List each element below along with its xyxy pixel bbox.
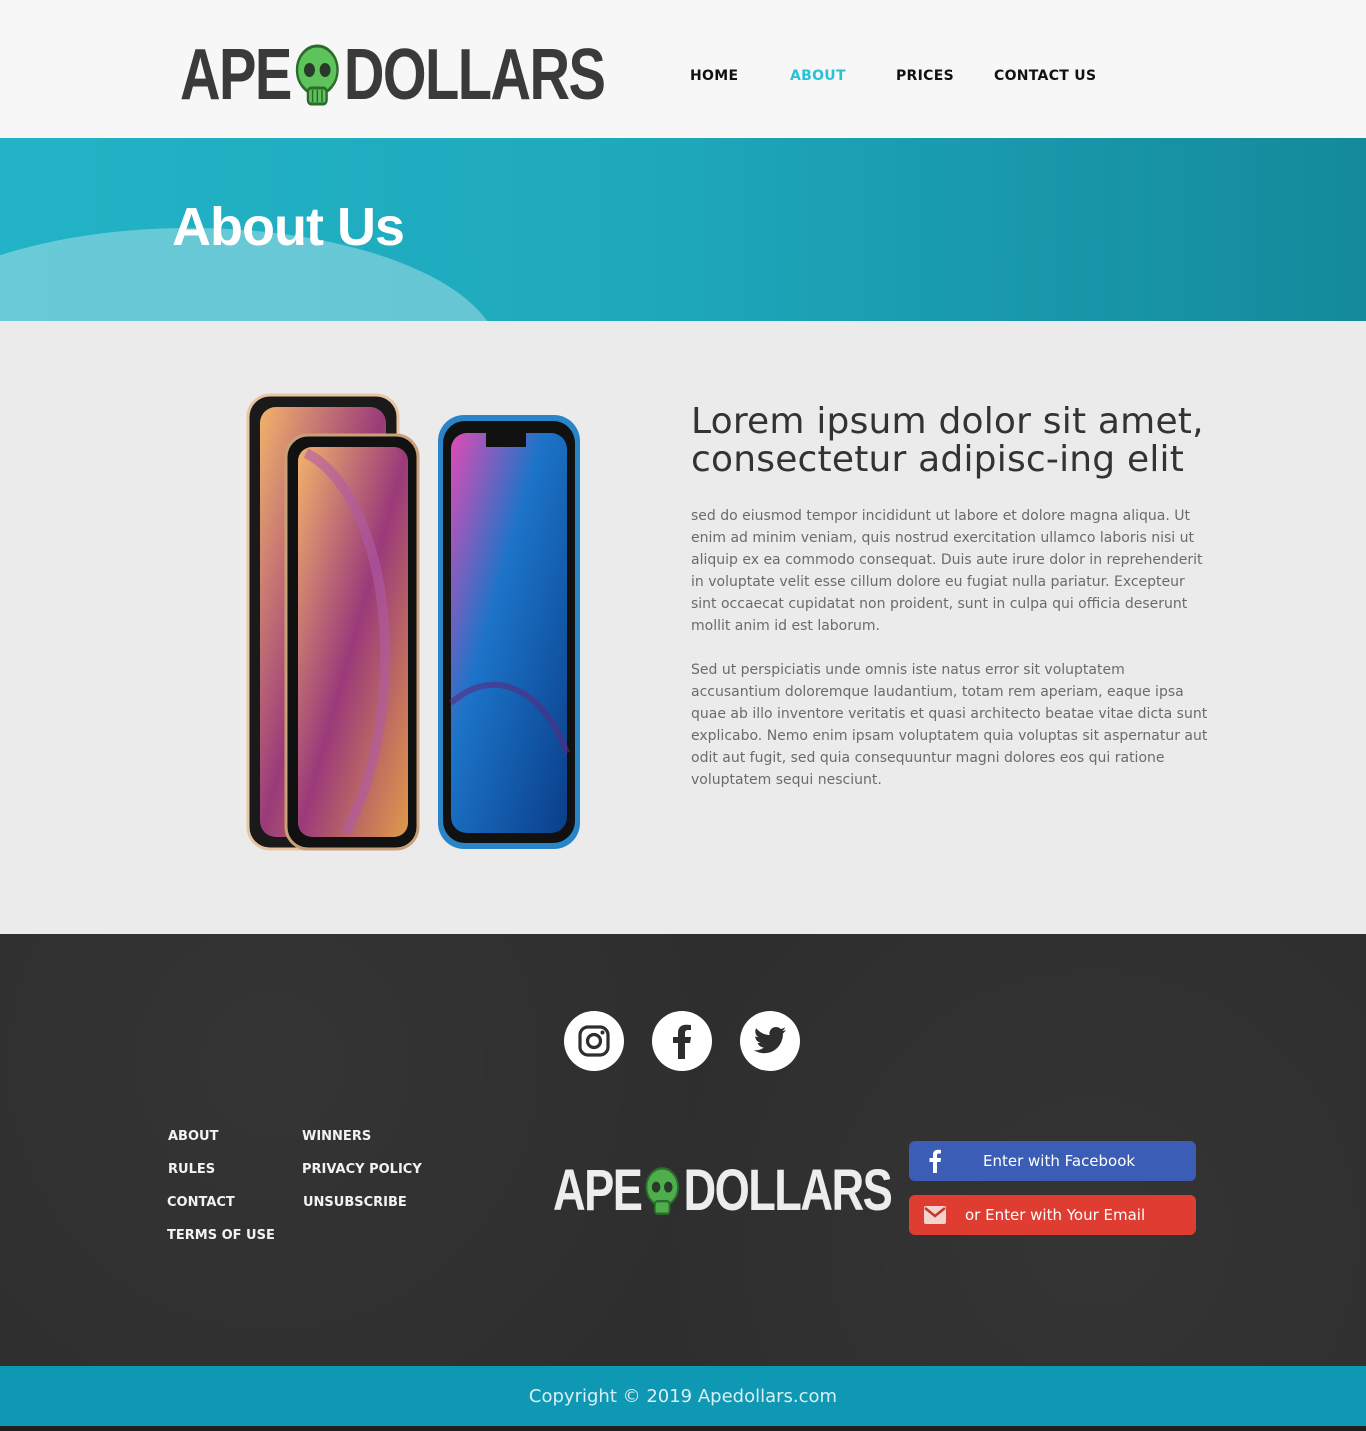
footer-link-terms[interactable]: TERMS OF USE bbox=[167, 1228, 275, 1243]
footer-logo-text-right: DOLLARS bbox=[683, 1157, 892, 1223]
site-header: APE DOLLARS HOME ABOUT PRICES CONTACT US bbox=[0, 0, 1366, 138]
logo-text-right: DOLLARS bbox=[343, 35, 606, 115]
footer-links: ABOUT RULES CONTACT TERMS OF USE WINNERS… bbox=[167, 1129, 467, 1259]
footer-link-rules[interactable]: RULES bbox=[168, 1162, 215, 1177]
footer-link-privacy[interactable]: PRIVACY POLICY bbox=[302, 1162, 422, 1177]
about-content: Lorem ipsum dolor sit amet, consectetur … bbox=[0, 321, 1366, 934]
email-button-label: or Enter with Your Email bbox=[965, 1206, 1146, 1224]
enter-with-email-button[interactable]: or Enter with Your Email bbox=[909, 1195, 1196, 1235]
article-heading: Lorem ipsum dolor sit amet, consectetur … bbox=[691, 401, 1204, 480]
skull-icon bbox=[292, 42, 342, 108]
instagram-icon[interactable] bbox=[564, 1011, 624, 1071]
nav-about[interactable]: ABOUT bbox=[790, 68, 846, 84]
footer-logo-text-left: APE bbox=[553, 1157, 643, 1223]
enter-with-facebook-button[interactable]: Enter with Facebook bbox=[909, 1141, 1196, 1181]
article-paragraph-2: Sed ut perspiciatis unde omnis iste natu… bbox=[691, 662, 1208, 788]
logo-text-left: APE bbox=[180, 35, 292, 115]
nav-prices[interactable]: PRICES bbox=[896, 68, 954, 84]
footer-link-unsubscribe[interactable]: UNSUBSCRIBE bbox=[303, 1195, 407, 1210]
mail-icon bbox=[909, 1206, 961, 1224]
article-paragraph-1: sed do eiusmod tempor incididunt ut labo… bbox=[691, 508, 1203, 634]
twitter-icon[interactable] bbox=[740, 1011, 800, 1071]
hero-banner: About Us bbox=[0, 138, 1366, 321]
copyright-text: Copyright © 2019 Apedollars.com bbox=[528, 1385, 838, 1407]
footer-skull-icon bbox=[643, 1164, 682, 1216]
nav-home[interactable]: HOME bbox=[690, 68, 738, 84]
footer-logo: APE DOLLARS bbox=[553, 1158, 893, 1223]
page-title: About Us bbox=[172, 197, 405, 257]
footer-link-winners[interactable]: WINNERS bbox=[302, 1129, 371, 1144]
footer-link-contact[interactable]: CONTACT bbox=[167, 1195, 235, 1210]
bottom-divider bbox=[0, 1426, 1366, 1431]
facebook-f-icon bbox=[909, 1149, 961, 1173]
copyright-bar: Copyright © 2019 Apedollars.com bbox=[0, 1366, 1366, 1426]
nav-contact-us[interactable]: CONTACT US bbox=[994, 68, 1096, 84]
site-logo[interactable]: APE DOLLARS bbox=[180, 35, 606, 115]
facebook-button-label: Enter with Facebook bbox=[983, 1152, 1136, 1170]
facebook-icon[interactable] bbox=[652, 1011, 712, 1071]
social-links bbox=[564, 1011, 800, 1071]
site-footer: ABOUT RULES CONTACT TERMS OF USE WINNERS… bbox=[0, 934, 1366, 1366]
phones-image bbox=[246, 393, 586, 851]
footer-link-about[interactable]: ABOUT bbox=[168, 1129, 218, 1144]
about-article: Lorem ipsum dolor sit amet, consectetur … bbox=[691, 403, 1211, 813]
